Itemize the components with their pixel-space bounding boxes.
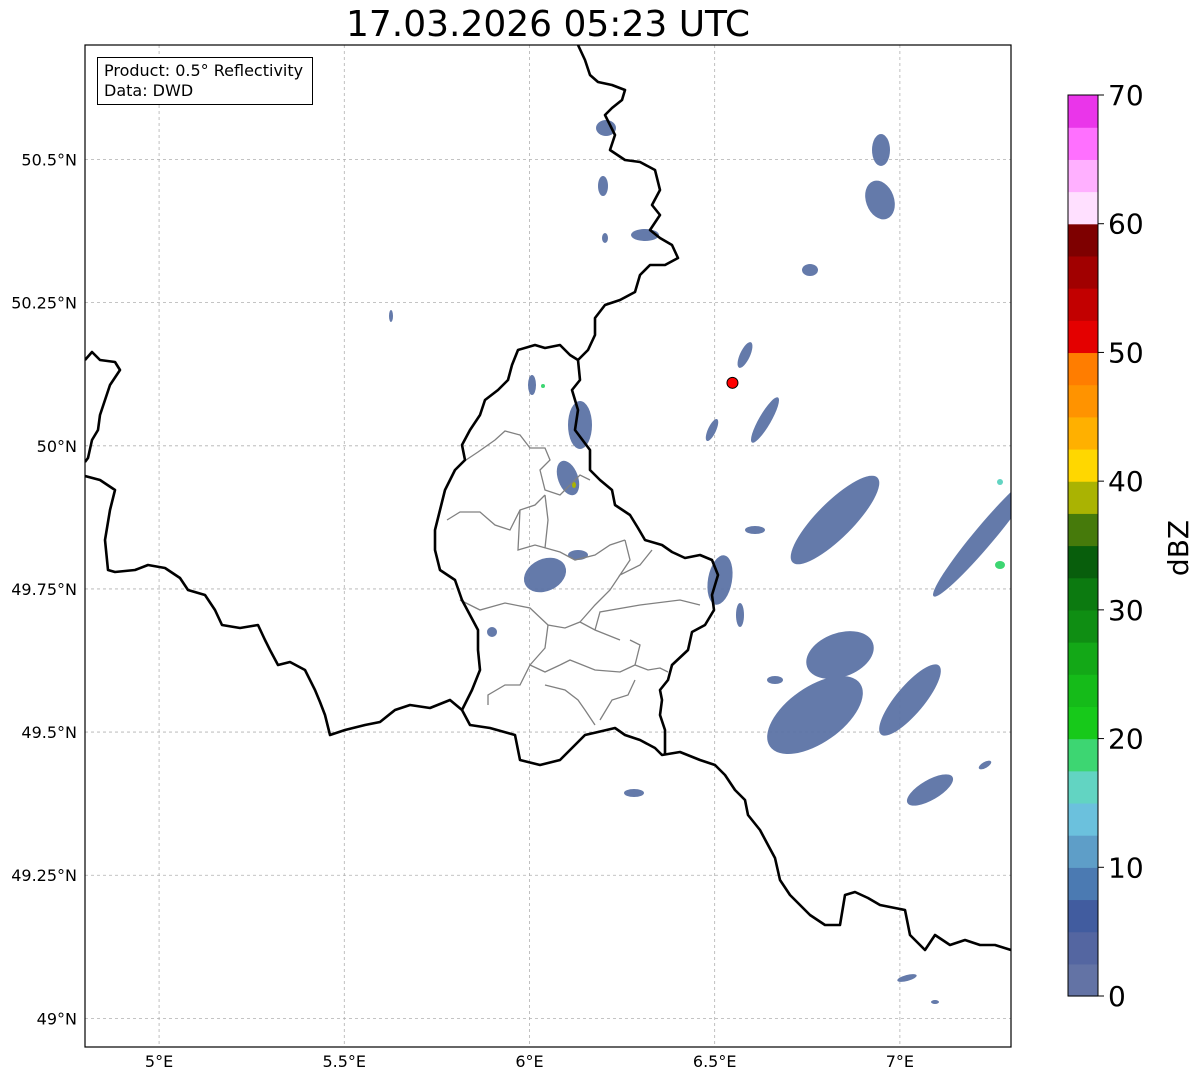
y-tick-label: 50°N	[37, 437, 77, 456]
y-tick-label: 49.5°N	[21, 723, 77, 742]
colorbar-segment	[1068, 191, 1098, 225]
colorbar-segment	[1068, 352, 1098, 386]
data-source-label: Data: DWD	[104, 81, 194, 100]
y-tick-label: 49.25°N	[11, 866, 77, 885]
echo-cell	[568, 401, 592, 449]
y-tick-label: 50.5°N	[21, 151, 77, 170]
x-tick-label: 6.5°E	[693, 1052, 737, 1071]
x-tick-label: 6°E	[515, 1052, 543, 1071]
echo-cell	[602, 233, 608, 243]
colorbar-tick-label: 10	[1108, 851, 1144, 884]
colorbar-segment	[1068, 963, 1098, 997]
colorbar-segment	[1068, 770, 1098, 804]
colorbar-segment	[1068, 448, 1098, 482]
colorbar	[1067, 94, 1099, 997]
radar-site-marker	[726, 376, 739, 389]
radar-map-figure: 5°E 5.5°E 6°E 6.5°E 7°E 49°N 49.25°N 49.5°N 49.…	[11, 44, 1195, 1071]
echo-cell	[624, 789, 644, 797]
colorbar-segment	[1068, 867, 1098, 901]
colorbar-segment	[1068, 513, 1098, 547]
colorbar-segment	[1068, 416, 1098, 450]
colorbar-segment	[1068, 642, 1098, 675]
colorbar-tick-label: 70	[1108, 79, 1144, 112]
y-axis-tick-labels: 49°N 49.25°N 49.5°N 49.75°N 50°N 50.25°N 50.5°…	[11, 151, 77, 1029]
colorbar-tick-label: 30	[1108, 594, 1144, 627]
colorbar-segment	[1068, 159, 1098, 193]
colorbar-segment	[1068, 288, 1098, 321]
colorbar-segment	[1068, 835, 1098, 868]
colorbar-segment	[1068, 384, 1098, 418]
product-info-box: Product: 0.5° Reflectivity Data: DWD	[97, 57, 313, 105]
colorbar-segment	[1068, 738, 1098, 772]
echo-cell	[389, 310, 393, 322]
colorbar-tick-label: 60	[1108, 208, 1144, 241]
echo-cell	[802, 264, 818, 276]
echo-cell	[745, 526, 765, 534]
product-label: Product: 0.5° Reflectivity	[104, 61, 304, 80]
colorbar-tick-label: 50	[1108, 336, 1144, 369]
colorbar-segment	[1068, 545, 1098, 579]
colorbar-segment	[1068, 931, 1098, 965]
colorbar-segment	[1068, 95, 1098, 128]
x-tick-label: 5°E	[145, 1052, 173, 1071]
echo-cell	[528, 375, 536, 395]
colorbar-tick-labels: 0 10 20 30 40 50 60 70	[1098, 79, 1144, 1013]
y-tick-label: 49.75°N	[11, 580, 77, 599]
echo-cell	[767, 676, 783, 684]
colorbar-segment	[1068, 127, 1098, 160]
y-tick-label: 50.25°N	[11, 294, 77, 313]
colorbar-segment	[1068, 223, 1098, 257]
colorbar-segment	[1068, 802, 1098, 836]
colorbar-tick-label: 20	[1108, 723, 1144, 756]
echo-cell	[487, 627, 497, 637]
echo-cell	[872, 134, 890, 166]
colorbar-segment	[1068, 255, 1098, 289]
y-tick-label: 49°N	[37, 1009, 77, 1028]
colorbar-segment	[1068, 706, 1098, 740]
echo-cell	[598, 176, 608, 196]
x-axis-tick-labels: 5°E 5.5°E 6°E 6.5°E 7°E	[145, 1052, 914, 1071]
echo-core	[997, 479, 1003, 485]
colorbar-tick-label: 40	[1108, 465, 1144, 498]
x-tick-label: 7°E	[886, 1052, 914, 1071]
echo-core	[541, 384, 545, 388]
colorbar-tick-label: 0	[1108, 980, 1126, 1013]
echo-cell	[736, 603, 744, 627]
colorbar-segment	[1068, 899, 1098, 933]
echo-cell	[931, 1000, 939, 1004]
echo-core	[995, 561, 1005, 569]
colorbar-segment	[1068, 481, 1098, 514]
colorbar-title: dBZ	[1162, 520, 1195, 576]
colorbar-segment	[1068, 609, 1098, 643]
colorbar-segment	[1068, 577, 1098, 611]
x-tick-label: 5.5°E	[322, 1052, 366, 1071]
colorbar-segment	[1068, 674, 1098, 707]
colorbar-segment	[1068, 320, 1098, 354]
